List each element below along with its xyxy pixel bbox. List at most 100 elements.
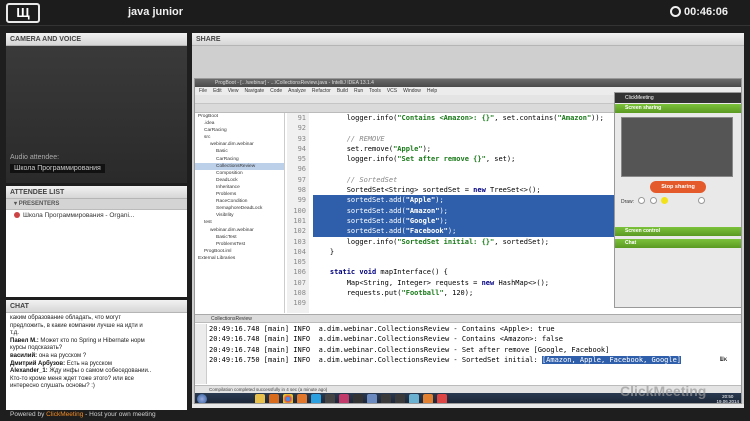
tree-item[interactable]: RaceCondition bbox=[195, 198, 284, 205]
code-line: sortedSet.add("Facebook"); bbox=[313, 226, 623, 237]
tree-item[interactable]: webinar.dim.webinar bbox=[195, 227, 284, 234]
clear-tool-icon[interactable] bbox=[697, 197, 705, 204]
menu-item[interactable]: Refactor bbox=[312, 88, 331, 94]
menu-item[interactable]: Build bbox=[337, 88, 348, 94]
line-number: 102 bbox=[293, 227, 306, 236]
app-icon[interactable] bbox=[437, 394, 447, 403]
app-icon[interactable] bbox=[409, 394, 419, 403]
explorer-icon[interactable] bbox=[255, 394, 265, 403]
tree-item[interactable]: Inheritance bbox=[195, 184, 284, 191]
app-icon[interactable] bbox=[423, 394, 433, 403]
chat-text: предложить, в какие компании лучше на ид… bbox=[10, 322, 143, 329]
tree-item[interactable]: .idea bbox=[195, 120, 284, 127]
run-tab[interactable]: CollectionsReview bbox=[195, 314, 741, 323]
tree-item[interactable]: External Libraries bbox=[195, 255, 284, 262]
code-line: set.remove("Apple"); bbox=[313, 144, 432, 153]
run-toolbar bbox=[195, 324, 207, 384]
app-icon[interactable] bbox=[325, 394, 335, 403]
presenters-section[interactable]: ▾ PRESENTERS bbox=[6, 199, 187, 210]
chat-text: интересно слушать основы? :) bbox=[10, 383, 95, 390]
folder-icon[interactable] bbox=[367, 394, 377, 403]
code-line: sortedSet.add("Apple"); bbox=[313, 195, 623, 206]
screen-preview bbox=[621, 117, 733, 177]
line-number: 92 bbox=[297, 124, 306, 133]
chat-message: т.д. bbox=[10, 330, 183, 338]
app-logo: Щ bbox=[6, 3, 40, 23]
powered-brand-link[interactable]: ClickMeeting bbox=[46, 411, 83, 418]
chat-message: Кто-то кроме меня ждет тоже этого? или в… bbox=[10, 376, 183, 384]
app-icon[interactable] bbox=[381, 394, 391, 403]
chrome-icon[interactable] bbox=[283, 394, 293, 403]
chat-header: CHAT bbox=[6, 300, 187, 313]
menu-item[interactable]: View bbox=[228, 88, 239, 94]
media-icon[interactable] bbox=[269, 394, 279, 403]
line-number: 108 bbox=[293, 289, 306, 298]
screen-control-section[interactable]: Screen control bbox=[615, 227, 741, 236]
presenters-label: PRESENTERS bbox=[18, 201, 60, 207]
chat-user: Alexander_1: bbox=[10, 368, 48, 375]
tree-item[interactable]: SemaphoreDeadLock bbox=[195, 205, 284, 212]
tree-item[interactable]: Problems bbox=[195, 191, 284, 198]
camera-feed: Audio attendee: Школа Программирования bbox=[6, 46, 187, 183]
menu-item[interactable]: Tools bbox=[369, 88, 381, 94]
brush-tool-icon[interactable] bbox=[649, 197, 657, 204]
code-editor: logger.info("Contains <Amazon>: {}", set… bbox=[313, 113, 623, 313]
tree-item[interactable]: VisibIlity bbox=[195, 212, 284, 219]
cm-chat-section[interactable]: Chat bbox=[615, 239, 741, 248]
tree-item[interactable]: BasicTest bbox=[195, 234, 284, 241]
tree-item[interactable]: webinar.dim.webinar bbox=[195, 141, 284, 148]
audio-attendee-name: Школа Программирования bbox=[10, 164, 105, 173]
attendee-item[interactable]: Школа Программирования - Organi... bbox=[6, 210, 187, 222]
tree-item[interactable]: Basic bbox=[195, 148, 284, 155]
chat-message: Alexander_1: Жду инфы о самом собеседова… bbox=[10, 368, 183, 376]
terminal-icon[interactable] bbox=[353, 394, 363, 403]
tree-item[interactable]: ProgBoot bbox=[195, 113, 284, 120]
firefox-icon[interactable] bbox=[297, 394, 307, 403]
line-number: 97 bbox=[297, 175, 306, 184]
pen-tool-icon[interactable] bbox=[638, 197, 646, 204]
menu-item[interactable]: Edit bbox=[213, 88, 222, 94]
idea-icon[interactable] bbox=[339, 394, 349, 403]
tree-item[interactable]: Composition bbox=[195, 170, 284, 177]
menu-item[interactable]: VCS bbox=[387, 88, 397, 94]
menu-item[interactable]: Navigate bbox=[244, 88, 264, 94]
menu-item[interactable]: Run bbox=[354, 88, 363, 94]
tree-item[interactable]: src bbox=[195, 134, 284, 141]
top-bar: Щ java junior 00:46:06 bbox=[0, 0, 750, 26]
menu-item[interactable]: File bbox=[199, 88, 207, 94]
share-panel: SHARE ProgBoot - [...\webinar] - ...\Col… bbox=[192, 33, 744, 408]
tree-item[interactable]: DeadLock bbox=[195, 177, 284, 184]
app-icon[interactable] bbox=[395, 394, 405, 403]
meeting-title: java junior bbox=[128, 6, 184, 18]
chat-message: интересно слушать основы? :) bbox=[10, 383, 183, 391]
console-line: 20:49:16.750 [main] INFO a.dim.webinar.C… bbox=[209, 355, 739, 365]
clickmeeting-watermark: ClickMeeting bbox=[620, 383, 707, 399]
skype-icon[interactable] bbox=[311, 394, 321, 403]
menu-item[interactable]: Window bbox=[403, 88, 421, 94]
screen-sharing-section[interactable]: Screen sharing bbox=[615, 104, 741, 113]
tree-item[interactable]: CarRacing bbox=[195, 156, 284, 163]
run-tab-label: CollectionsReview bbox=[211, 316, 252, 322]
line-number: 104 bbox=[293, 247, 306, 256]
audio-attendee-label: Audio attendee: bbox=[10, 154, 60, 161]
powered-prefix: Powered by bbox=[10, 411, 47, 418]
stop-sharing-button[interactable]: Stop sharing bbox=[650, 181, 706, 193]
tray-clock[interactable]: 20:50 19.06.2014 bbox=[716, 394, 739, 403]
powered-suffix: - Host your own meeting bbox=[83, 411, 156, 418]
draw-label: Draw: bbox=[621, 199, 635, 205]
menu-item[interactable]: Help bbox=[427, 88, 437, 94]
tree-item[interactable]: ProgBoot.iml bbox=[195, 248, 284, 255]
line-number: 105 bbox=[293, 258, 306, 267]
color-swatch-yellow[interactable] bbox=[661, 197, 669, 204]
chat-text: Жду инфы о самом собеседовании.. bbox=[47, 368, 152, 375]
start-button[interactable] bbox=[197, 394, 207, 403]
menu-item[interactable]: Code bbox=[270, 88, 282, 94]
chat-text: Может кто по Spring и Hibernate норм bbox=[38, 337, 145, 344]
tree-item[interactable]: test bbox=[195, 219, 284, 226]
menu-item[interactable]: Analyze bbox=[288, 88, 306, 94]
person-icon bbox=[14, 212, 20, 218]
tree-item[interactable]: CarRacing bbox=[195, 127, 284, 134]
tree-item[interactable]: CollectionsReview bbox=[195, 162, 284, 170]
tree-item[interactable]: ProblemsTest bbox=[195, 241, 284, 248]
